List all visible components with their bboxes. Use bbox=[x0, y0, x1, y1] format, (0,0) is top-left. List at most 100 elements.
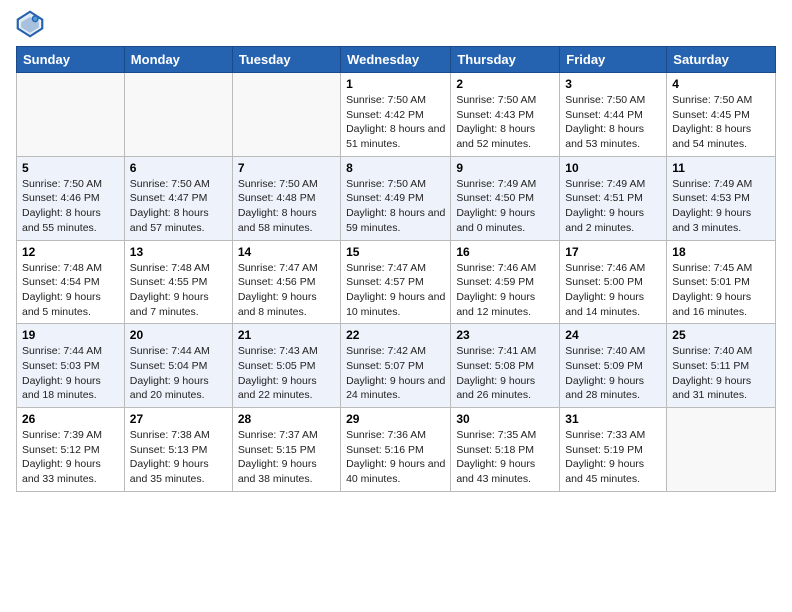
day-info: Sunrise: 7:46 AM Sunset: 4:59 PM Dayligh… bbox=[456, 261, 554, 320]
calendar-day-header: Wednesday bbox=[341, 47, 451, 73]
calendar-cell: 26 Sunrise: 7:39 AM Sunset: 5:12 PM Dayli… bbox=[17, 408, 125, 492]
day-info: Sunrise: 7:50 AM Sunset: 4:48 PM Dayligh… bbox=[238, 177, 335, 236]
calendar-table: SundayMondayTuesdayWednesdayThursdayFrid… bbox=[16, 46, 776, 492]
calendar-cell: 4Sunrise: 7:50 AM Sunset: 4:45 PM Daylig… bbox=[667, 73, 776, 157]
day-info: Sunrise: 7:50 AM Sunset: 4:49 PM Dayligh… bbox=[346, 177, 445, 236]
calendar-week-row: 12 Sunrise: 7:48 AM Sunset: 4:54 PM Dayli… bbox=[17, 240, 776, 324]
day-info: Sunrise: 7:50 AM Sunset: 4:43 PM Dayligh… bbox=[456, 93, 554, 152]
page: SundayMondayTuesdayWednesdayThursdayFrid… bbox=[0, 0, 792, 502]
calendar-day-header: Tuesday bbox=[232, 47, 340, 73]
calendar-week-row: 1Sunrise: 7:50 AM Sunset: 4:42 PM Daylig… bbox=[17, 73, 776, 157]
calendar-cell: 28 Sunrise: 7:37 AM Sunset: 5:15 PM Dayli… bbox=[232, 408, 340, 492]
day-number: 26 bbox=[22, 412, 119, 426]
calendar-day-header: Monday bbox=[124, 47, 232, 73]
calendar-cell: 9 Sunrise: 7:49 AM Sunset: 4:50 PM Daylig… bbox=[451, 156, 560, 240]
calendar-cell bbox=[17, 73, 125, 157]
calendar-day-header: Saturday bbox=[667, 47, 776, 73]
day-number: 27 bbox=[130, 412, 227, 426]
day-info: Sunrise: 7:40 AM Sunset: 5:11 PM Dayligh… bbox=[672, 344, 770, 403]
day-number: 25 bbox=[672, 328, 770, 342]
calendar-day-header: Thursday bbox=[451, 47, 560, 73]
calendar-cell: 11Sunrise: 7:49 AM Sunset: 4:53 PM Dayli… bbox=[667, 156, 776, 240]
day-number: 20 bbox=[130, 328, 227, 342]
day-info: Sunrise: 7:45 AM Sunset: 5:01 PM Dayligh… bbox=[672, 261, 770, 320]
day-info: Sunrise: 7:44 AM Sunset: 5:03 PM Dayligh… bbox=[22, 344, 119, 403]
calendar-cell bbox=[667, 408, 776, 492]
calendar-cell: 6 Sunrise: 7:50 AM Sunset: 4:47 PM Daylig… bbox=[124, 156, 232, 240]
day-number: 29 bbox=[346, 412, 445, 426]
calendar-cell: 15 Sunrise: 7:47 AM Sunset: 4:57 PM Dayli… bbox=[341, 240, 451, 324]
calendar-cell: 16 Sunrise: 7:46 AM Sunset: 4:59 PM Dayli… bbox=[451, 240, 560, 324]
day-number: 19 bbox=[22, 328, 119, 342]
calendar-cell bbox=[232, 73, 340, 157]
day-number: 28 bbox=[238, 412, 335, 426]
day-number: 10 bbox=[565, 161, 661, 175]
day-info: Sunrise: 7:49 AM Sunset: 4:51 PM Dayligh… bbox=[565, 177, 661, 236]
day-number: 3 bbox=[565, 77, 661, 91]
day-number: 5 bbox=[22, 161, 119, 175]
day-info: Sunrise: 7:38 AM Sunset: 5:13 PM Dayligh… bbox=[130, 428, 227, 487]
day-info: Sunrise: 7:42 AM Sunset: 5:07 PM Dayligh… bbox=[346, 344, 445, 403]
day-number: 16 bbox=[456, 245, 554, 259]
day-number: 7 bbox=[238, 161, 335, 175]
day-info: Sunrise: 7:37 AM Sunset: 5:15 PM Dayligh… bbox=[238, 428, 335, 487]
calendar-day-header: Friday bbox=[560, 47, 667, 73]
calendar-cell: 1Sunrise: 7:50 AM Sunset: 4:42 PM Daylig… bbox=[341, 73, 451, 157]
logo-icon bbox=[16, 10, 44, 38]
day-number: 30 bbox=[456, 412, 554, 426]
calendar-cell: 10 Sunrise: 7:49 AM Sunset: 4:51 PM Dayli… bbox=[560, 156, 667, 240]
calendar-week-row: 26 Sunrise: 7:39 AM Sunset: 5:12 PM Dayli… bbox=[17, 408, 776, 492]
day-number: 15 bbox=[346, 245, 445, 259]
calendar-cell: 27 Sunrise: 7:38 AM Sunset: 5:13 PM Dayli… bbox=[124, 408, 232, 492]
day-info: Sunrise: 7:43 AM Sunset: 5:05 PM Dayligh… bbox=[238, 344, 335, 403]
day-info: Sunrise: 7:50 AM Sunset: 4:42 PM Dayligh… bbox=[346, 93, 445, 152]
calendar-cell: 19 Sunrise: 7:44 AM Sunset: 5:03 PM Dayli… bbox=[17, 324, 125, 408]
day-number: 6 bbox=[130, 161, 227, 175]
calendar-cell: 22 Sunrise: 7:42 AM Sunset: 5:07 PM Dayli… bbox=[341, 324, 451, 408]
day-number: 17 bbox=[565, 245, 661, 259]
day-number: 12 bbox=[22, 245, 119, 259]
day-number: 24 bbox=[565, 328, 661, 342]
day-info: Sunrise: 7:41 AM Sunset: 5:08 PM Dayligh… bbox=[456, 344, 554, 403]
day-number: 13 bbox=[130, 245, 227, 259]
day-info: Sunrise: 7:46 AM Sunset: 5:00 PM Dayligh… bbox=[565, 261, 661, 320]
day-info: Sunrise: 7:50 AM Sunset: 4:46 PM Dayligh… bbox=[22, 177, 119, 236]
calendar-cell: 18 Sunrise: 7:45 AM Sunset: 5:01 PM Dayli… bbox=[667, 240, 776, 324]
calendar-header-row: SundayMondayTuesdayWednesdayThursdayFrid… bbox=[17, 47, 776, 73]
calendar-cell: 3 Sunrise: 7:50 AM Sunset: 4:44 PM Daylig… bbox=[560, 73, 667, 157]
day-number: 9 bbox=[456, 161, 554, 175]
calendar-cell: 17 Sunrise: 7:46 AM Sunset: 5:00 PM Dayli… bbox=[560, 240, 667, 324]
day-info: Sunrise: 7:48 AM Sunset: 4:54 PM Dayligh… bbox=[22, 261, 119, 320]
calendar-week-row: 19 Sunrise: 7:44 AM Sunset: 5:03 PM Dayli… bbox=[17, 324, 776, 408]
calendar-cell: 24 Sunrise: 7:40 AM Sunset: 5:09 PM Dayli… bbox=[560, 324, 667, 408]
calendar-cell: 21 Sunrise: 7:43 AM Sunset: 5:05 PM Dayli… bbox=[232, 324, 340, 408]
day-info: Sunrise: 7:36 AM Sunset: 5:16 PM Dayligh… bbox=[346, 428, 445, 487]
day-info: Sunrise: 7:39 AM Sunset: 5:12 PM Dayligh… bbox=[22, 428, 119, 487]
logo bbox=[16, 10, 48, 38]
day-number: 8 bbox=[346, 161, 445, 175]
day-number: 2 bbox=[456, 77, 554, 91]
calendar-cell: 5 Sunrise: 7:50 AM Sunset: 4:46 PM Daylig… bbox=[17, 156, 125, 240]
calendar-cell bbox=[124, 73, 232, 157]
day-info: Sunrise: 7:50 AM Sunset: 4:44 PM Dayligh… bbox=[565, 93, 661, 152]
day-number: 21 bbox=[238, 328, 335, 342]
day-number: 31 bbox=[565, 412, 661, 426]
day-info: Sunrise: 7:49 AM Sunset: 4:50 PM Dayligh… bbox=[456, 177, 554, 236]
day-number: 23 bbox=[456, 328, 554, 342]
day-info: Sunrise: 7:48 AM Sunset: 4:55 PM Dayligh… bbox=[130, 261, 227, 320]
calendar-week-row: 5 Sunrise: 7:50 AM Sunset: 4:46 PM Daylig… bbox=[17, 156, 776, 240]
calendar-day-header: Sunday bbox=[17, 47, 125, 73]
day-number: 22 bbox=[346, 328, 445, 342]
calendar-cell: 8 Sunrise: 7:50 AM Sunset: 4:49 PM Daylig… bbox=[341, 156, 451, 240]
calendar-cell: 31Sunrise: 7:33 AM Sunset: 5:19 PM Dayli… bbox=[560, 408, 667, 492]
calendar-cell: 14 Sunrise: 7:47 AM Sunset: 4:56 PM Dayli… bbox=[232, 240, 340, 324]
day-info: Sunrise: 7:35 AM Sunset: 5:18 PM Dayligh… bbox=[456, 428, 554, 487]
day-info: Sunrise: 7:47 AM Sunset: 4:56 PM Dayligh… bbox=[238, 261, 335, 320]
day-number: 18 bbox=[672, 245, 770, 259]
day-info: Sunrise: 7:50 AM Sunset: 4:47 PM Dayligh… bbox=[130, 177, 227, 236]
day-number: 14 bbox=[238, 245, 335, 259]
day-info: Sunrise: 7:40 AM Sunset: 5:09 PM Dayligh… bbox=[565, 344, 661, 403]
day-number: 4 bbox=[672, 77, 770, 91]
day-number: 11 bbox=[672, 161, 770, 175]
day-info: Sunrise: 7:47 AM Sunset: 4:57 PM Dayligh… bbox=[346, 261, 445, 320]
